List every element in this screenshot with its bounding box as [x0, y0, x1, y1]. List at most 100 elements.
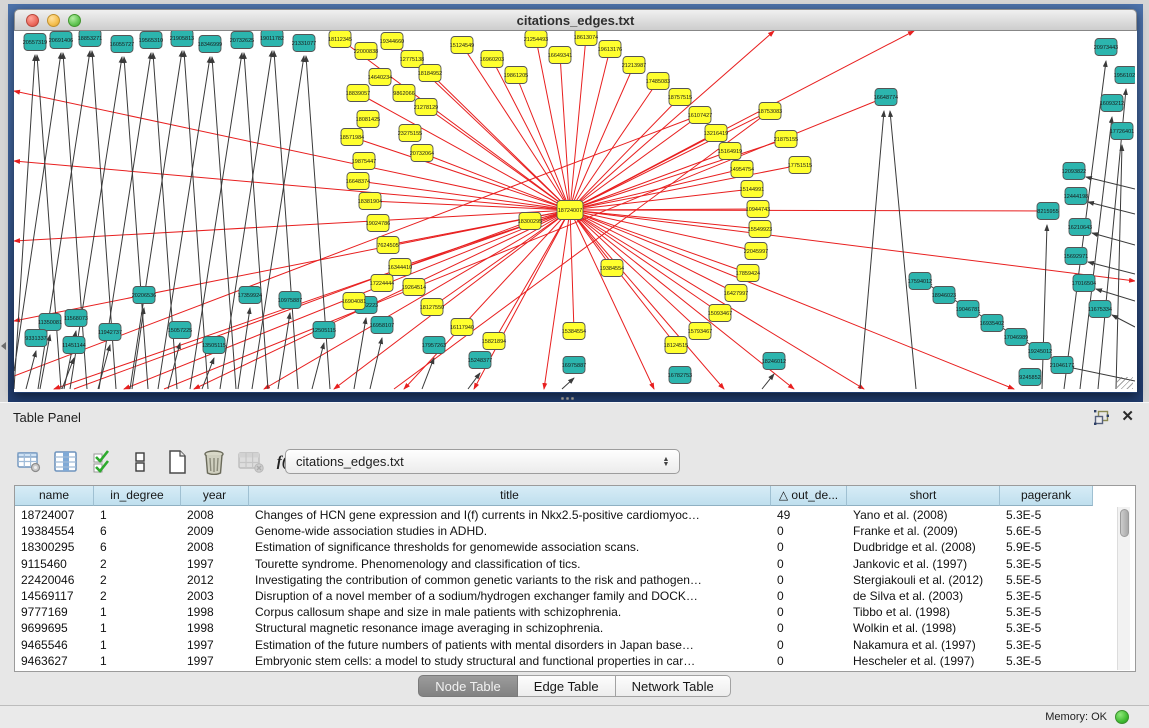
network-node[interactable]: 11675334	[1088, 301, 1112, 318]
network-edge[interactable]	[570, 210, 1048, 211]
table-row[interactable]: 977716911998Corpus callosum shape and si…	[15, 604, 1135, 620]
network-edge[interactable]	[1096, 289, 1135, 301]
network-node[interactable]: 10975887	[278, 292, 302, 309]
column-header-short[interactable]: short	[847, 486, 1000, 506]
network-edge[interactable]	[570, 81, 658, 210]
network-edge[interactable]	[762, 374, 774, 389]
network-edge[interactable]	[570, 115, 700, 210]
network-node[interactable]: 19011782	[260, 31, 284, 47]
network-node[interactable]: 17359924	[238, 287, 262, 304]
network-node[interactable]: 19561027	[1114, 67, 1135, 84]
network-node[interactable]: 21046177	[1050, 357, 1074, 374]
table-row[interactable]: 946554611997Estimation of the future num…	[15, 637, 1135, 653]
network-node[interactable]: 14954754	[730, 161, 754, 178]
network-node[interactable]: 17016504	[1072, 275, 1096, 292]
network-node[interactable]: 19875447	[352, 153, 376, 170]
network-node[interactable]: 13216419	[704, 125, 728, 142]
network-node[interactable]: 16904081	[342, 293, 366, 310]
network-node[interactable]: 18571984	[340, 129, 364, 146]
network-node[interactable]: 12093822	[1062, 163, 1086, 180]
network-node[interactable]: 15164919	[718, 143, 742, 160]
network-node[interactable]: 18346999	[198, 36, 222, 53]
network-node[interactable]: 18184952	[418, 65, 442, 82]
tab-edge-table[interactable]: Edge Table	[518, 675, 616, 697]
network-edge[interactable]	[54, 210, 570, 389]
minimize-window-button[interactable]	[47, 14, 60, 27]
network-node[interactable]: 18381904	[358, 193, 382, 210]
network-edge[interactable]	[370, 338, 382, 389]
network-node[interactable]: 20206536	[132, 287, 156, 304]
network-node[interactable]: 20973443	[1094, 39, 1118, 56]
network-edge[interactable]	[158, 57, 210, 389]
network-node[interactable]: 21254493	[524, 31, 548, 48]
network-edge[interactable]	[1086, 177, 1135, 189]
table-row[interactable]: 911546021997Tourette syndrome. Phenomeno…	[15, 556, 1135, 572]
network-node[interactable]: 18127550	[420, 299, 444, 316]
panel-splitter-handle[interactable]	[561, 397, 575, 401]
network-node[interactable]: 18124515	[664, 337, 688, 354]
network-edge[interactable]	[570, 210, 736, 293]
network-node[interactable]: 11350081	[38, 314, 62, 331]
zoom-window-button[interactable]	[68, 14, 81, 27]
network-node[interactable]: 18839057	[346, 85, 370, 102]
network-node[interactable]: 15057225	[168, 322, 192, 339]
network-edge[interactable]	[422, 153, 570, 210]
column-header-title[interactable]: title	[249, 486, 771, 506]
tab-node-table[interactable]: Node Table	[418, 675, 518, 697]
network-edge[interactable]	[432, 210, 570, 307]
network-edge[interactable]	[570, 37, 586, 210]
network-edge[interactable]	[98, 345, 110, 389]
show-column-icon[interactable]	[53, 449, 79, 475]
network-edge[interactable]	[570, 210, 574, 331]
table-row[interactable]: 1456911722003Disruption of a novel membe…	[15, 588, 1135, 604]
table-vertical-scrollbar[interactable]	[1117, 507, 1130, 670]
network-node[interactable]: 16344410	[388, 259, 412, 276]
network-node[interactable]: 9331337	[25, 330, 47, 347]
table-row[interactable]: 946362711997Embryonic stem cells: a mode…	[15, 653, 1135, 669]
network-node[interactable]: 20732625	[230, 32, 254, 49]
table-row[interactable]: 1872400712008Changes of HCN gene express…	[15, 507, 1135, 523]
table-row[interactable]: 1938455462009Genome-wide association stu…	[15, 523, 1135, 539]
network-node[interactable]: 15793467	[688, 323, 712, 340]
network-node[interactable]: 23275155	[398, 125, 422, 142]
network-node[interactable]: 19613176	[598, 41, 622, 58]
network-edge[interactable]	[26, 351, 36, 389]
network-edge[interactable]	[124, 57, 148, 389]
network-node[interactable]: 16960203	[480, 51, 504, 68]
panel-collapse-arrow-icon[interactable]	[1, 342, 6, 350]
network-node[interactable]: 18081425	[356, 111, 380, 128]
network-node[interactable]: 18853271	[78, 31, 102, 47]
network-node[interactable]: 9862066	[393, 85, 415, 102]
network-node[interactable]: 14640234	[368, 69, 392, 86]
table-settings-icon[interactable]	[16, 449, 42, 475]
select-columns-checks-icon[interactable]	[90, 449, 116, 475]
network-edge[interactable]	[264, 210, 570, 389]
delete-table-icon-disabled[interactable]	[238, 449, 264, 475]
network-node[interactable]: 10944743	[746, 201, 770, 218]
network-node[interactable]: 7624505	[377, 237, 399, 254]
network-node[interactable]: 15821894	[482, 333, 506, 350]
network-edge[interactable]	[570, 210, 864, 389]
network-edge[interactable]	[306, 56, 330, 389]
network-node[interactable]: 21875155	[774, 131, 798, 148]
network-node[interactable]: 15549923	[748, 221, 772, 238]
network-node[interactable]: 16648774	[874, 89, 898, 106]
network-node[interactable]: 20691406	[49, 32, 73, 49]
network-node[interactable]: 18300295	[518, 213, 542, 230]
network-node[interactable]: 15124549	[450, 37, 474, 54]
network-node[interactable]: 15248377	[468, 352, 492, 369]
network-node[interactable]: 16649341	[548, 47, 572, 64]
scrollbar-thumb[interactable]	[1120, 509, 1129, 537]
network-node[interactable]: 19565310	[139, 32, 163, 49]
network-edge[interactable]	[890, 111, 916, 389]
network-node[interactable]: 18753083	[758, 103, 782, 120]
network-node[interactable]: 9245852	[1019, 369, 1041, 386]
network-node[interactable]: 17859424	[736, 265, 760, 282]
network-node[interactable]: 21905813	[170, 31, 194, 47]
network-node[interactable]: 16975887	[562, 357, 586, 374]
network-node[interactable]: 17224444	[370, 275, 394, 292]
network-edge[interactable]	[562, 378, 574, 389]
network-node[interactable]: 21213987	[622, 57, 646, 74]
network-edge[interactable]	[358, 93, 570, 210]
network-node[interactable]: 12505115	[312, 322, 336, 339]
